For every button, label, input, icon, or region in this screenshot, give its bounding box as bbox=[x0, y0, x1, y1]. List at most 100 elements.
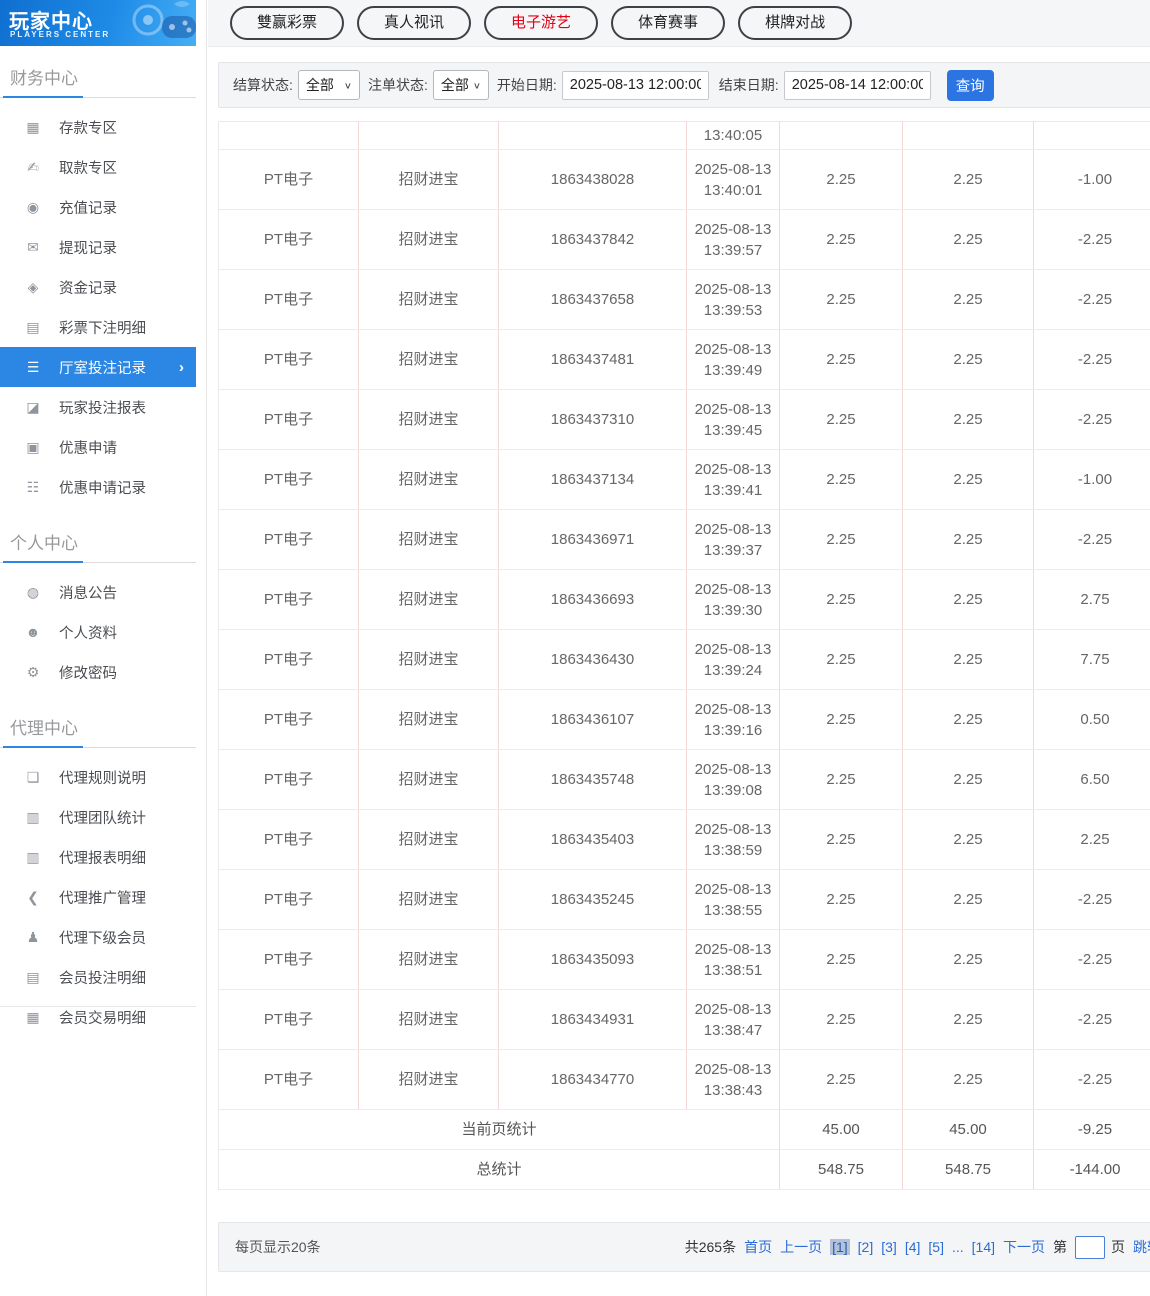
page-ellipsis: ... bbox=[951, 1239, 964, 1255]
sidebar-item-label: 优惠申请记录 bbox=[59, 480, 146, 497]
tab-shuangying-lottery[interactable]: 雙赢彩票 bbox=[230, 6, 345, 40]
page-link[interactable]: [14] bbox=[972, 1239, 995, 1255]
cell-order-id: 1863437134 bbox=[498, 449, 687, 510]
next-page-link[interactable]: 下一页 bbox=[1003, 1237, 1045, 1257]
stats-result: -9.25 bbox=[1033, 1109, 1150, 1150]
sidebar-nav: 财务中心 ▦ 存款专区 ✍ 取款专区 ◉ 充值记录 ✉ 提现记录 ◈ 资金记录 ▤ 彩票下注明细 ☰ 厅室投… bbox=[0, 58, 196, 1041]
cell-bet-amount: 2.25 bbox=[779, 629, 903, 690]
sidebar-item-funds-records[interactable]: ◈ 资金记录 bbox=[0, 267, 196, 307]
sidebar-item-withdraw-zone[interactable]: ✍ 取款专区 bbox=[0, 147, 196, 187]
gear-icon: ⚙ bbox=[26, 663, 40, 680]
cell-valid-amount: 2.25 bbox=[902, 809, 1034, 870]
chart-report-icon: ◪ bbox=[26, 398, 40, 415]
sidebar-item-change-password[interactable]: ⚙ 修改密码 bbox=[0, 652, 196, 692]
cell-bet-amount: 2.25 bbox=[779, 329, 903, 390]
cell-bet-amount: 2.25 bbox=[779, 689, 903, 750]
report-icon: ▥ bbox=[26, 808, 40, 825]
settle-status-label: 结算状态: bbox=[233, 77, 293, 93]
sidebar-item-label: 彩票下注明细 bbox=[59, 320, 146, 337]
sidebar-item-label: 玩家投注报表 bbox=[59, 400, 146, 417]
cell-valid-amount: 2.25 bbox=[902, 1049, 1034, 1110]
sidebar-item-agent-rules[interactable]: ❏ 代理规则说明 bbox=[0, 757, 196, 797]
tab-sports-events[interactable]: 体育赛事 bbox=[611, 6, 726, 40]
cell-bet-time: 2025-08-13 13:38:59 bbox=[686, 809, 780, 870]
sidebar-item-label: 优惠申请 bbox=[59, 440, 117, 457]
cell-win-loss: -2.25 bbox=[1033, 929, 1150, 990]
sidebar-item-agent-sub-members[interactable]: ♟ 代理下级会员 bbox=[0, 917, 196, 957]
jump-page-input[interactable] bbox=[1075, 1235, 1105, 1259]
players-center-app: 玩家中心 PLAYERS CENTER 财务中心 ▦ 存款专区 ✍ 取款专区 ◉ 充值记录 ✉… bbox=[0, 0, 1150, 1296]
sidebar-item-lottery-bet-details[interactable]: ▤ 彩票下注明细 bbox=[0, 307, 196, 347]
cell-bet-amount: 2.25 bbox=[779, 269, 903, 330]
sidebar-item-agent-team-stats[interactable]: ▥ 代理团队统计 bbox=[0, 797, 196, 837]
sidebar-item-recharge-records[interactable]: ◉ 充值记录 bbox=[0, 187, 196, 227]
sidebar-item-player-bet-report[interactable]: ◪ 玩家投注报表 bbox=[0, 387, 196, 427]
withdraw-hand-icon: ✍ bbox=[27, 158, 39, 175]
cell-platform: PT电子 bbox=[218, 209, 359, 270]
sidebar-item-label: 厅室投注记录 bbox=[59, 360, 146, 377]
sidebar-item-agent-report-details[interactable]: ▥ 代理报表明细 bbox=[0, 837, 196, 877]
chevron-down-icon: ∨ bbox=[472, 80, 481, 91]
page-size-text: 每页显示20条 bbox=[235, 1239, 321, 1255]
sidebar-item-promo-application[interactable]: ▣ 优惠申请 bbox=[0, 427, 196, 467]
cell-valid-amount: 2.25 bbox=[902, 869, 1034, 930]
table-row: PT电子 招财进宝 1863437481 2025-08-13 13:39:49 2.25… bbox=[218, 329, 1150, 390]
record-list-icon: ☷ bbox=[26, 478, 40, 495]
table-row: PT电子 招财进宝 1863437842 2025-08-13 13:39:57 2.25… bbox=[218, 209, 1150, 270]
cell-bet-time: 2025-08-13 13:39:30 bbox=[686, 569, 780, 630]
cell-bet-amount: 2.25 bbox=[779, 749, 903, 810]
cell-valid-amount: 2.25 bbox=[902, 749, 1034, 810]
cell-bet-amount: 2.25 bbox=[779, 809, 903, 870]
page-link-current[interactable]: [1] bbox=[830, 1239, 850, 1255]
section-title-personal-center: 个人中心 bbox=[10, 534, 78, 553]
page-link[interactable]: [3] bbox=[881, 1239, 897, 1255]
sidebar-item-member-bet-details[interactable]: ▤ 会员投注明细 bbox=[0, 957, 196, 997]
end-date-input[interactable] bbox=[783, 70, 931, 100]
sidebar-item-member-transaction-details[interactable]: ▦ 会员交易明细 bbox=[0, 997, 196, 1037]
cell-win-loss: -2.25 bbox=[1033, 869, 1150, 930]
order-status-select[interactable]: 全部 ∨ bbox=[432, 70, 489, 100]
cell-platform: PT电子 bbox=[218, 689, 359, 750]
sidebar-item-message-announcements[interactable]: ◍ 消息公告 bbox=[0, 572, 196, 612]
sidebar-item-promo-application-records[interactable]: ☷ 优惠申请记录 bbox=[0, 467, 196, 507]
cell-order-id: 1863436107 bbox=[498, 689, 687, 750]
settle-status-value: 全部 bbox=[305, 77, 334, 93]
sidebar-item-agent-promotion-manage[interactable]: ❮ 代理推广管理 bbox=[0, 877, 196, 917]
sidebar-item-hall-bet-records[interactable]: ☰ 厅室投注记录 › bbox=[0, 347, 196, 387]
sidebar-item-label: 个人资料 bbox=[59, 625, 117, 642]
table-row: PT电子 招财进宝 1863435093 2025-08-13 13:38:51 2.25… bbox=[218, 929, 1150, 990]
cell-win-loss: -1.00 bbox=[1033, 149, 1150, 210]
tab-board-card-battle[interactable]: 棋牌对战 bbox=[738, 6, 853, 40]
stats-label: 当前页统计 bbox=[218, 1109, 780, 1150]
sidebar-item-personal-profile[interactable]: ☻ 个人资料 bbox=[0, 612, 196, 652]
section-underline bbox=[0, 746, 196, 748]
cell-bet-time: 2025-08-13 13:38:47 bbox=[686, 989, 780, 1050]
cell-win-loss: 2.25 bbox=[1033, 809, 1150, 870]
cell-order-id: 1863438028 bbox=[498, 149, 687, 210]
settle-status-select[interactable]: 全部 ∨ bbox=[297, 70, 360, 100]
cell-platform: PT电子 bbox=[218, 449, 359, 510]
prev-page-link[interactable]: 上一页 bbox=[780, 1237, 822, 1257]
page-link[interactable]: [5] bbox=[928, 1239, 944, 1255]
sidebar-item-label: 取款专区 bbox=[59, 160, 117, 177]
table-row: PT电子 招财进宝 1863436430 2025-08-13 13:39:24 2.25… bbox=[218, 629, 1150, 690]
logo: 玩家中心 PLAYERS CENTER bbox=[0, 0, 196, 46]
cell-bet-time: 2025-08-13 13:39:45 bbox=[686, 389, 780, 450]
sidebar-item-deposit-zone[interactable]: ▦ 存款专区 bbox=[0, 107, 196, 147]
start-date-input[interactable] bbox=[561, 70, 709, 100]
page-link[interactable]: [2] bbox=[858, 1239, 874, 1255]
cell-platform: PT电子 bbox=[218, 629, 359, 690]
page-link[interactable]: [4] bbox=[905, 1239, 921, 1255]
tab-electronic-games[interactable]: 电子游艺 bbox=[484, 6, 599, 40]
cell-bet-time: 2025-08-13 13:40:01 bbox=[686, 149, 780, 210]
sidebar-item-withdrawal-records[interactable]: ✉ 提现记录 bbox=[0, 227, 196, 267]
table-row: PT电子 招财进宝 1863435748 2025-08-13 13:39:08 2.25… bbox=[218, 749, 1150, 810]
cell-platform: PT电子 bbox=[218, 749, 359, 810]
tab-live-video[interactable]: 真人视讯 bbox=[357, 6, 472, 40]
cash-icon: ✉ bbox=[27, 238, 39, 255]
search-button[interactable]: 查询 bbox=[946, 69, 994, 101]
jump-button[interactable]: 跳转 bbox=[1133, 1237, 1150, 1257]
cell-platform: PT电子 bbox=[218, 929, 359, 990]
first-page-link[interactable]: 首页 bbox=[744, 1237, 772, 1257]
cell-bet-time: 2025-08-13 13:39:16 bbox=[686, 689, 780, 750]
